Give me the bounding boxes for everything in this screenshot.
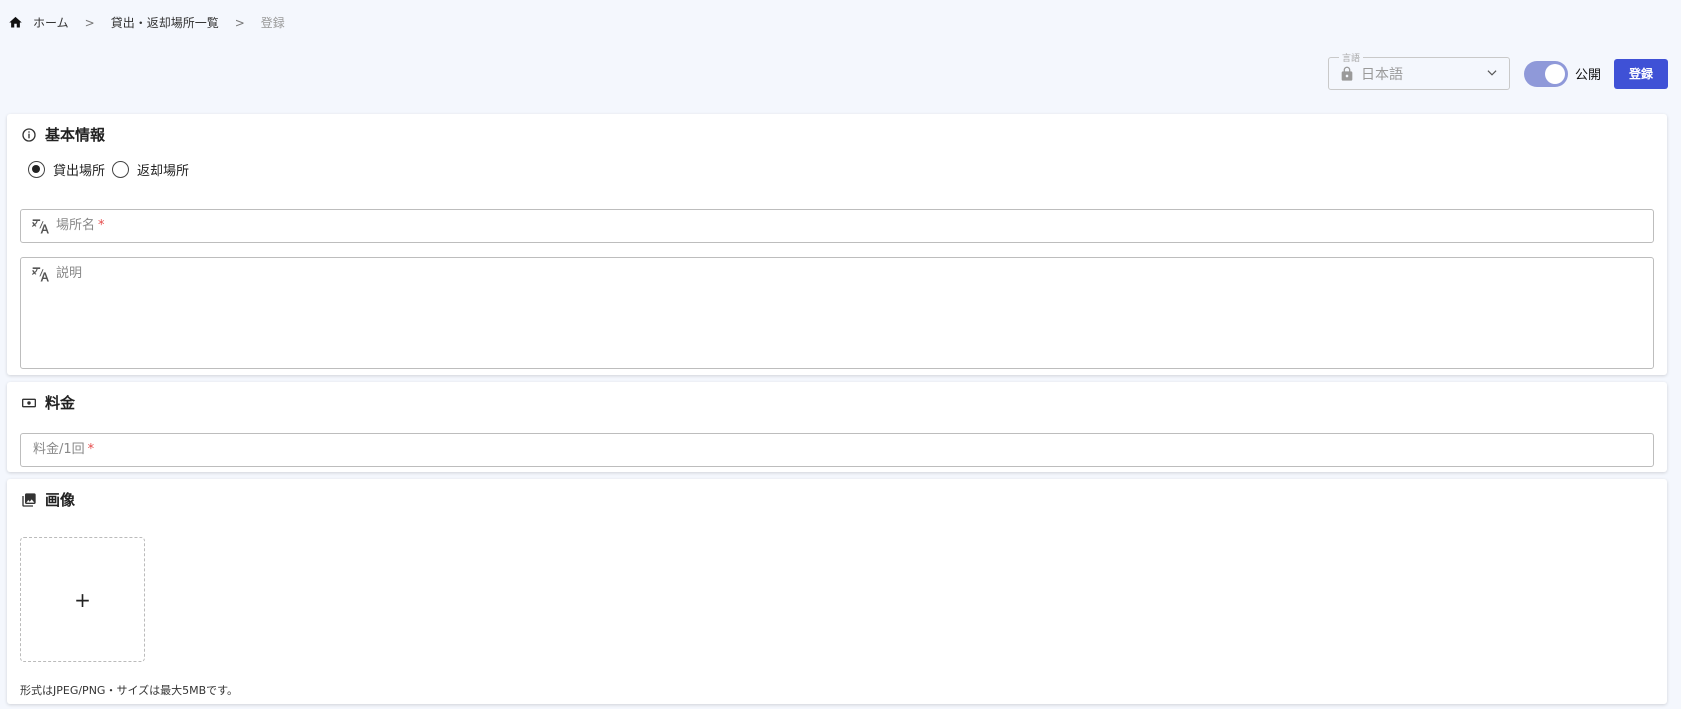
breadcrumb-home-link[interactable]: ホーム (33, 14, 69, 31)
radio-checked-icon (28, 161, 45, 178)
publish-toggle-label: 公開 (1574, 68, 1601, 83)
description-textarea[interactable]: 説明 (20, 257, 1654, 369)
plus-icon: + (74, 587, 91, 612)
radio-return-location[interactable]: 返却場所 (112, 160, 189, 179)
fee-card: 料金 料金/1回 * (7, 382, 1667, 472)
publish-toggle-knob (1544, 63, 1565, 84)
location-name-placeholder-text: 場所名 (56, 218, 96, 233)
required-mark: * (98, 218, 105, 233)
breadcrumb: ホーム > 貸出・返却場所一覧 > 登録 (8, 14, 285, 31)
radio-return-location-label: 返却場所 (137, 164, 190, 179)
fee-title: 料金 (21, 392, 75, 413)
fee-title-text: 料金 (45, 394, 76, 412)
images-card: 画像 + 形式はJPEG/PNG・サイズは最大5MBです。 (7, 479, 1667, 704)
radio-unchecked-icon (112, 161, 130, 178)
publish-toggle[interactable] (1523, 60, 1568, 87)
breadcrumb-separator: > (234, 15, 245, 30)
lock-icon (1339, 66, 1355, 82)
register-button[interactable]: 登録 (1614, 58, 1668, 89)
images-title: 画像 (21, 489, 75, 510)
basic-info-card: 基本情報 貸出場所 返却場所 場所名 * 説明 (7, 114, 1667, 375)
basic-info-title-text: 基本情報 (45, 126, 106, 144)
basic-info-title: 基本情報 (21, 124, 105, 145)
toolbar: 言語 日本語 公開 登録 (1327, 51, 1668, 90)
language-select-value: 日本語 (1360, 66, 1403, 83)
language-select-label: 言語 (1338, 51, 1363, 64)
home-icon[interactable] (8, 15, 23, 30)
breadcrumb-separator: > (84, 15, 95, 30)
money-icon (21, 395, 37, 411)
image-upload-note: 形式はJPEG/PNG・サイズは最大5MBです。 (20, 684, 239, 697)
translate-icon (31, 217, 51, 235)
radio-lending-location-label: 貸出場所 (53, 164, 106, 179)
translate-icon (31, 265, 51, 283)
image-upload-button[interactable]: + (20, 537, 145, 662)
location-name-input[interactable]: 場所名 * (20, 209, 1654, 243)
required-mark: * (87, 442, 95, 457)
fee-per-use-placeholder: 料金/1回 * (33, 441, 94, 458)
info-icon (21, 127, 37, 143)
description-placeholder: 説明 (56, 266, 83, 281)
fee-per-use-input[interactable]: 料金/1回 * (20, 433, 1654, 467)
location-name-placeholder: 場所名 * (56, 217, 105, 234)
language-select[interactable]: 言語 日本語 (1327, 51, 1510, 90)
radio-lending-location[interactable]: 貸出場所 (28, 160, 105, 179)
photo-library-icon (21, 492, 37, 508)
breadcrumb-current: 登録 (260, 16, 285, 30)
fee-per-use-placeholder-text: 料金/1回 (33, 442, 85, 457)
breadcrumb-list-link[interactable]: 貸出・返却場所一覧 (111, 14, 219, 31)
images-title-text: 画像 (45, 491, 76, 509)
location-type-radio-group: 貸出場所 返却場所 (28, 160, 196, 179)
chevron-down-icon (1485, 66, 1499, 80)
